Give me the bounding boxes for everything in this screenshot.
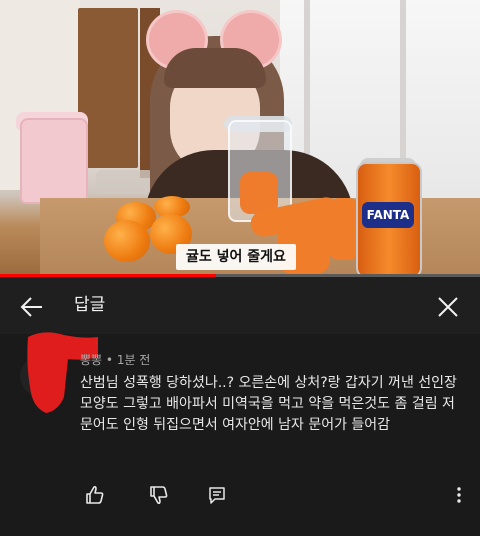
orange (104, 220, 150, 262)
back-button[interactable] (16, 291, 48, 323)
close-button[interactable] (432, 291, 464, 323)
meta-separator: • (102, 353, 117, 367)
comment-meta: 뽕뽕 • 1분 전 (80, 352, 150, 368)
comment-actions (80, 484, 480, 508)
page-title: 답글 (74, 295, 106, 315)
trash-bin (20, 118, 88, 204)
dislike-button[interactable] (148, 484, 170, 506)
like-icon (86, 485, 104, 504)
shoes (96, 170, 154, 194)
video-caption: 귤도 넣어 줄게요 (176, 244, 296, 270)
close-icon (438, 297, 458, 317)
more-icon (457, 487, 461, 503)
comment-text: 산범님 성폭행 당하셨나..? 오른손에 상처?랑 갑자기 꺼낸 선인장 모양도… (80, 375, 457, 433)
comment-author[interactable]: 뽕뽕 (80, 353, 102, 367)
comment-time: 1분 전 (116, 353, 151, 367)
reply-button[interactable] (206, 484, 228, 506)
dislike-icon (150, 486, 168, 505)
video-player[interactable]: FANTA 귤도 넣어 줄게요 (0, 0, 480, 276)
can-logo: FANTA (362, 202, 414, 228)
more-button[interactable] (448, 484, 470, 506)
like-button[interactable] (84, 484, 106, 506)
replies-header: 답글 (0, 277, 480, 334)
arrow-left-icon (20, 297, 42, 317)
reply-icon (209, 487, 225, 504)
person-bangs (164, 48, 266, 88)
